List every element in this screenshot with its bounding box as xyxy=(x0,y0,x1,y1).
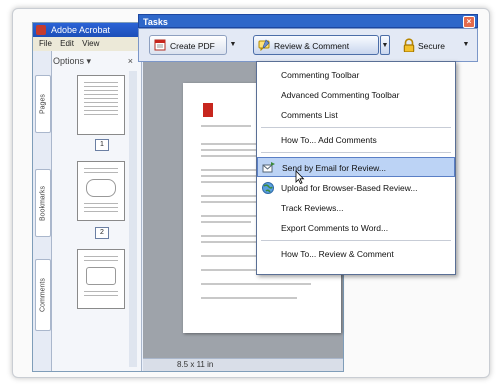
review-comment-icon xyxy=(258,39,270,51)
tab-comments[interactable]: Comments xyxy=(35,259,51,331)
menu-item-upload-browser-review[interactable]: Upload for Browser-Based Review... xyxy=(257,178,455,198)
menu-item-how-to-add-comments[interactable]: How To... Add Comments xyxy=(257,130,455,150)
review-comment-label: Review & Comment xyxy=(274,41,350,51)
adobe-logo xyxy=(203,103,213,117)
page-thumbnail-3[interactable] xyxy=(77,249,125,309)
menu-item-how-to-review-comment[interactable]: How To... Review & Comment xyxy=(257,244,455,264)
menu-file[interactable]: File xyxy=(39,39,52,48)
tab-bookmarks[interactable]: Bookmarks xyxy=(35,169,51,237)
tasks-title: Tasks xyxy=(143,17,168,27)
mouse-cursor-icon xyxy=(295,170,305,184)
page-thumbnail-2[interactable] xyxy=(77,161,125,221)
create-pdf-icon xyxy=(154,39,166,51)
status-bar: 8.5 x 11 in xyxy=(143,358,343,371)
menu-item-track-reviews[interactable]: Track Reviews... xyxy=(257,198,455,218)
options-bar: Options ▾ × xyxy=(53,53,139,69)
close-icon[interactable]: × xyxy=(128,53,133,69)
globe-icon xyxy=(262,182,274,194)
secure-button[interactable]: Secure xyxy=(397,35,459,55)
menu-separator xyxy=(261,152,451,153)
nav-tabs-column: Pages Bookmarks Comments xyxy=(33,51,52,371)
options-dropdown-icon[interactable]: ▾ xyxy=(87,56,92,66)
page-size-label: 8.5 x 11 in xyxy=(177,360,214,369)
acrobat-app-icon xyxy=(36,25,46,35)
tasks-toolbar: Create PDF ▼ Review & Comment ▼ Secure ▼ xyxy=(138,28,478,62)
menu-item-advanced-commenting-toolbar[interactable]: Advanced Commenting Toolbar xyxy=(257,85,455,105)
acrobat-title: Adobe Acrobat xyxy=(51,25,111,35)
secure-label: Secure xyxy=(418,41,445,51)
review-comment-menu: Commenting Toolbar Advanced Commenting T… xyxy=(256,61,456,275)
navigation-panel: Pages Bookmarks Comments Options ▾ × 1 2 xyxy=(33,51,142,371)
tasks-toolbar-title: Tasks × xyxy=(138,14,478,28)
upload-browser-review-label: Upload for Browser-Based Review... xyxy=(281,183,418,193)
menu-separator xyxy=(261,127,451,128)
create-pdf-label: Create PDF xyxy=(170,41,215,51)
create-pdf-dropdown-icon[interactable]: ▼ xyxy=(228,35,238,55)
menu-item-commenting-toolbar[interactable]: Commenting Toolbar xyxy=(257,65,455,85)
thumbnail-label-2: 2 xyxy=(95,227,109,239)
menu-item-export-comments-to-word[interactable]: Export Comments to Word... xyxy=(257,218,455,238)
lock-icon xyxy=(403,38,415,52)
menu-separator xyxy=(261,240,451,241)
create-pdf-button[interactable]: Create PDF xyxy=(149,35,227,55)
close-icon[interactable]: × xyxy=(463,16,475,28)
thumbnail-label-1: 1 xyxy=(95,139,109,151)
secure-dropdown-icon[interactable]: ▼ xyxy=(461,35,471,55)
menu-view[interactable]: View xyxy=(82,39,99,48)
menu-item-send-by-email[interactable]: Send by Email for Review... xyxy=(257,157,455,177)
menu-item-comments-list[interactable]: Comments List xyxy=(257,105,455,125)
email-review-icon xyxy=(262,162,275,173)
options-menu[interactable]: Options xyxy=(53,56,84,66)
thumbnail-scrollbar[interactable] xyxy=(129,71,137,367)
tab-pages[interactable]: Pages xyxy=(35,75,51,133)
review-comment-button[interactable]: Review & Comment xyxy=(253,35,379,55)
page-thumbnail-1[interactable] xyxy=(77,75,125,135)
review-comment-dropdown-icon[interactable]: ▼ xyxy=(380,35,390,55)
menu-edit[interactable]: Edit xyxy=(60,39,74,48)
